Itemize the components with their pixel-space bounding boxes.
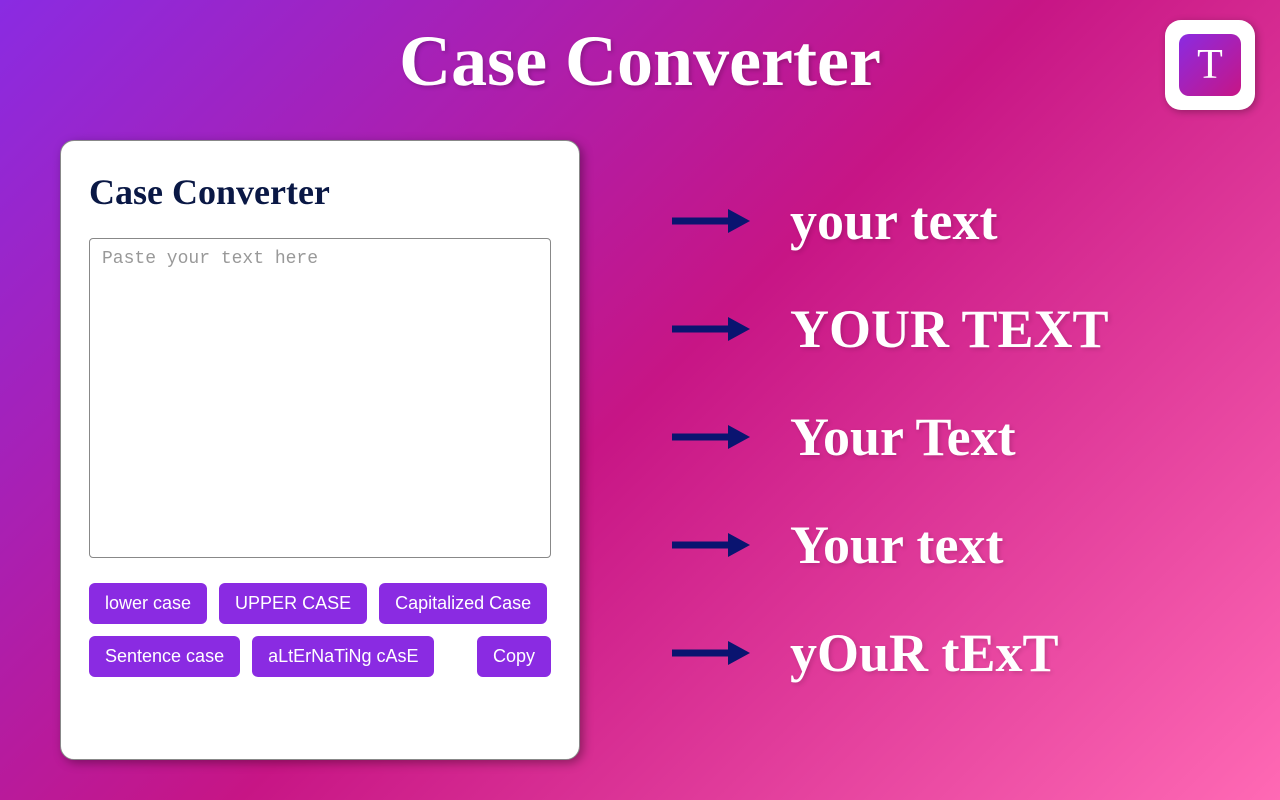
example-text: your text [790,190,997,252]
capitalized-case-button[interactable]: Capitalized Case [379,583,547,624]
example-text: yOuR tExT [790,622,1059,684]
arrow-right-icon [670,530,750,560]
example-row: YOUR TEXT [670,298,1109,360]
app-icon: T [1165,20,1255,110]
arrow-right-icon [670,206,750,236]
example-text: Your text [790,514,1003,576]
card-title: Case Converter [89,171,551,213]
example-row: your text [670,190,1109,252]
app-icon-letter: T [1179,34,1241,96]
arrow-right-icon [670,314,750,344]
page-title: Case Converter [0,0,1280,103]
upper-case-button[interactable]: UPPER CASE [219,583,367,624]
lower-case-button[interactable]: lower case [89,583,207,624]
example-row: Your text [670,514,1109,576]
sentence-case-button[interactable]: Sentence case [89,636,240,677]
text-input[interactable] [89,238,551,558]
button-row: lower case UPPER CASE Capitalized Case S… [89,583,551,677]
example-text: Your Text [790,406,1016,468]
alternating-case-button[interactable]: aLtErNaTiNg cAsE [252,636,434,677]
example-row: Your Text [670,406,1109,468]
arrow-right-icon [670,638,750,668]
examples-list: your text YOUR TEXT Your Text Your text … [670,190,1109,684]
example-text: YOUR TEXT [790,298,1109,360]
example-row: yOuR tExT [670,622,1109,684]
converter-card: Case Converter lower case UPPER CASE Cap… [60,140,580,760]
copy-button[interactable]: Copy [477,636,551,677]
arrow-right-icon [670,422,750,452]
